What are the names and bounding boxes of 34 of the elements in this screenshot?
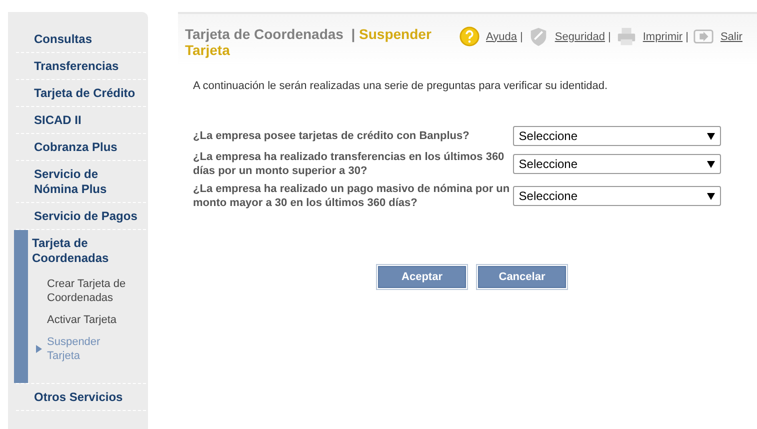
- sidebar-item[interactable]: Transferencias: [34, 58, 140, 75]
- form-button[interactable]: Cancelar: [478, 266, 566, 288]
- select-dropdown[interactable]: Seleccione: [512, 186, 721, 206]
- intro-text: A continuación le serán realizadas una serie de preguntas para verificar su identidad.: [193, 80, 609, 92]
- question-label: ¿La empresa ha realizado transferencias en los últimos 360 días por un monto superior a 30?: [193, 150, 506, 178]
- sidebar-item[interactable]: Tarjeta de Crédito: [34, 85, 140, 102]
- form-button[interactable]: Aceptar: [378, 266, 466, 288]
- sidebar-item[interactable]: Tarjeta de Coordenadas: [32, 235, 138, 267]
- sidebar-item[interactable]: Servicio de Nómina Plus: [34, 166, 140, 198]
- header-link[interactable]: Salir: [720, 30, 742, 42]
- caret-icon: [707, 192, 715, 200]
- submenu-item[interactable]: Activar Tarjeta: [47, 313, 116, 327]
- question-label: ¿La empresa posee tarjetas de crédito con Banplus?: [193, 129, 470, 143]
- help-icon[interactable]: [459, 26, 480, 47]
- sidebar-item[interactable]: Cobranza Plus: [34, 139, 140, 156]
- page-title: Tarjeta de Coordenadas | Suspender Tarjeta: [185, 26, 432, 58]
- link-separator: |: [520, 30, 523, 42]
- sidebar-item[interactable]: Otros Servicios: [34, 389, 140, 406]
- submenu-item[interactable]: Crear Tarjeta de Coordenadas: [47, 277, 133, 305]
- question-label: ¿La empresa ha realizado un pago masivo de nómina por un monto mayor a 30 en los últimos 360 días?: [193, 182, 511, 210]
- caret-icon: [707, 160, 715, 168]
- link-separator: |: [686, 30, 688, 42]
- sidebar-item[interactable]: SICAD II: [34, 112, 140, 129]
- header-link[interactable]: Seguridad: [554, 30, 606, 42]
- header-link[interactable]: Ayuda: [486, 30, 517, 42]
- header-link[interactable]: Imprimir: [642, 30, 683, 42]
- caret-icon: [707, 132, 715, 140]
- link-separator: |: [608, 30, 611, 42]
- select-dropdown[interactable]: Seleccione: [512, 154, 721, 174]
- printer-icon[interactable]: [616, 26, 637, 47]
- select-dropdown[interactable]: Seleccione: [512, 126, 721, 146]
- sidebar-item[interactable]: Consultas: [34, 31, 140, 48]
- triangle-icon: [36, 345, 42, 353]
- sidebar-item[interactable]: Servicio de Pagos: [34, 208, 140, 225]
